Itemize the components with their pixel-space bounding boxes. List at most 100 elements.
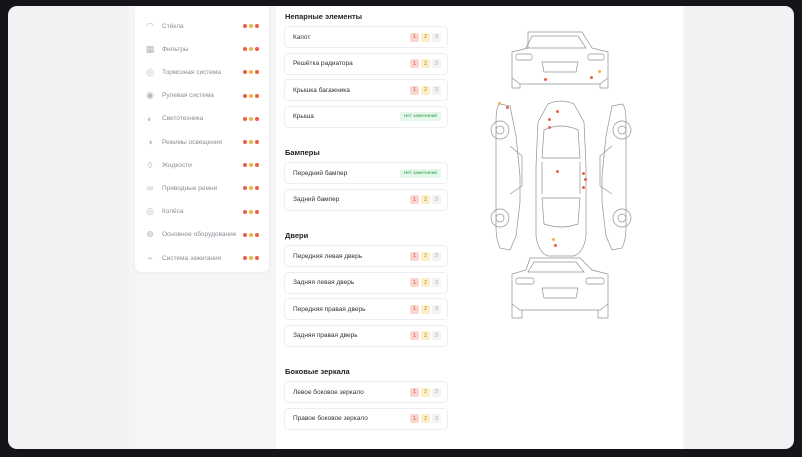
- severity-chip-3[interactable]: 3: [432, 32, 441, 42]
- damage-point[interactable]: [598, 70, 601, 73]
- severity-chip-2[interactable]: 2: [421, 195, 430, 204]
- severity-chip-2[interactable]: 2: [421, 331, 430, 340]
- inspection-row[interactable]: Задняя левая дверь 1 2 3: [284, 271, 448, 294]
- damage-point[interactable]: [552, 238, 555, 241]
- severity-dot: [243, 93, 247, 98]
- inspection-row-label: Задняя левая дверь: [293, 279, 355, 286]
- sidebar-item[interactable]: ◐ Светотехника: [135, 109, 269, 129]
- section-title: Непарные элементы: [285, 12, 363, 21]
- sidebar-item[interactable]: ▦ Фильтры: [135, 39, 269, 59]
- damage-point[interactable]: [582, 172, 585, 175]
- severity-chip-3[interactable]: 3: [432, 278, 441, 287]
- severity-dot: [249, 163, 253, 168]
- sidebar-item[interactable]: ⊕ Основное оборудование: [135, 225, 269, 245]
- sidebar-item-label: Светотехника: [162, 115, 204, 123]
- severity-chip-1[interactable]: 1: [410, 195, 419, 204]
- severity-chip-3[interactable]: 3: [432, 387, 441, 397]
- no-issues-badge: Нет замечаний: [399, 168, 441, 178]
- severity-dots: [243, 24, 259, 28]
- severity-chip-1[interactable]: 1: [410, 304, 419, 314]
- inspection-row-label: Решётка радиатора: [293, 60, 353, 67]
- inspection-row[interactable]: Капот 1 2 3: [284, 26, 448, 48]
- sidebar-item[interactable]: ◉ Рулевая система: [135, 86, 269, 106]
- severity-chip-3[interactable]: 3: [432, 414, 441, 423]
- severity-chip-1[interactable]: 1: [410, 32, 419, 42]
- severity-chip-3[interactable]: 3: [432, 331, 441, 340]
- section-title: Двери: [285, 231, 309, 240]
- car-damage-diagram[interactable]: [486, 26, 636, 326]
- sidebar-item-label: Фильтры: [162, 45, 189, 53]
- severity-dot: [249, 70, 253, 75]
- severity-dots: [243, 186, 259, 191]
- severity-chip-2[interactable]: 2: [421, 387, 430, 397]
- severity-chip-3[interactable]: 3: [432, 195, 441, 204]
- severity-chip-1[interactable]: 1: [410, 85, 419, 95]
- car-outline-icon: [490, 31, 632, 319]
- severity-chip-2[interactable]: 2: [421, 414, 430, 423]
- severity-chip-3[interactable]: 3: [432, 251, 441, 261]
- damage-point[interactable]: [556, 170, 559, 173]
- sidebar-item[interactable]: ◠ Стёкла: [135, 16, 269, 36]
- severity-selector: 123: [410, 414, 441, 423]
- equipment-icon: ⊕: [146, 229, 154, 240]
- damage-point[interactable]: [582, 186, 585, 189]
- damage-point[interactable]: [506, 106, 509, 109]
- inspection-row[interactable]: Задний бампер 1 2 3: [284, 188, 448, 211]
- sidebar-item[interactable]: ⌁ Система зажигания: [135, 248, 269, 268]
- wheel-icon: ◎: [146, 206, 154, 217]
- severity-dot: [249, 232, 253, 237]
- severity-dot: [243, 163, 247, 168]
- severity-chip-1[interactable]: 1: [410, 59, 419, 68]
- damage-point[interactable]: [498, 102, 501, 105]
- damage-point[interactable]: [548, 118, 551, 121]
- severity-chip-1[interactable]: 1: [410, 331, 419, 340]
- inspection-row[interactable]: Решётка радиатора 1 2 3: [284, 52, 448, 75]
- sidebar-item[interactable]: ◊ Жидкости: [135, 155, 269, 175]
- severity-chip-2[interactable]: 2: [421, 85, 430, 95]
- damage-point[interactable]: [556, 110, 559, 113]
- severity-chip-3[interactable]: 3: [432, 304, 441, 314]
- inspection-row[interactable]: Крышка багажника 1 2 3: [284, 79, 448, 101]
- sidebar-item-label: Режимы освещения: [162, 138, 223, 146]
- severity-chip-2[interactable]: 2: [421, 251, 430, 261]
- inspection-row[interactable]: Крыша Нет замечаний: [284, 105, 448, 128]
- severity-chip-1[interactable]: 1: [410, 251, 419, 261]
- sidebar-item[interactable]: ◎ Тормозная система: [135, 62, 269, 82]
- damage-point[interactable]: [554, 244, 557, 247]
- damage-point[interactable]: [584, 178, 587, 181]
- severity-dot: [255, 163, 259, 168]
- inspection-row[interactable]: Левое боковое зеркало 1 2 3: [284, 381, 448, 403]
- sidebar-item-label: Система зажигания: [162, 254, 222, 262]
- inspection-row[interactable]: Передняя левая дверь 1 2 3: [284, 245, 448, 267]
- damage-point[interactable]: [590, 76, 593, 79]
- severity-chip-1[interactable]: 1: [410, 387, 419, 397]
- severity-chip-3[interactable]: 3: [432, 59, 441, 68]
- severity-chip-3[interactable]: 3: [432, 85, 441, 95]
- severity-chip-2[interactable]: 2: [421, 32, 430, 42]
- damage-point[interactable]: [544, 78, 547, 81]
- inspection-row[interactable]: Передняя правая дверь 1 2 3: [284, 298, 448, 320]
- sidebar-item[interactable]: ◎ Колёса: [135, 202, 269, 222]
- severity-dots: [243, 209, 259, 214]
- severity-chip-2[interactable]: 2: [421, 278, 430, 287]
- brake-icon: ◎: [146, 66, 154, 77]
- severity-chip-2[interactable]: 2: [421, 59, 430, 68]
- severity-dots: [243, 163, 259, 168]
- inspection-row[interactable]: Задняя правая дверь 1 2 3: [284, 324, 448, 347]
- severity-chip-2[interactable]: 2: [421, 304, 430, 314]
- damage-point[interactable]: [548, 126, 551, 129]
- inspection-row[interactable]: Правое боковое зеркало 1 2 3: [284, 407, 448, 430]
- inspection-row-label: Крыша: [293, 113, 314, 120]
- severity-dot: [255, 256, 259, 260]
- severity-dots: [243, 70, 259, 75]
- inspection-row-label: Капот: [293, 33, 311, 41]
- severity-selector: 123: [410, 251, 441, 261]
- inspection-row[interactable]: Передний бампер Нет замечаний: [284, 162, 448, 184]
- sidebar-item[interactable]: ◑ Режимы освещения: [135, 132, 269, 152]
- severity-dots: [243, 47, 259, 52]
- severity-chip-1[interactable]: 1: [410, 414, 419, 423]
- severity-chip-1[interactable]: 1: [410, 278, 419, 287]
- sidebar-item[interactable]: ∞ Приводные ремни: [135, 178, 269, 198]
- severity-dot: [249, 24, 253, 28]
- section-title: Боковые зеркала: [285, 367, 350, 376]
